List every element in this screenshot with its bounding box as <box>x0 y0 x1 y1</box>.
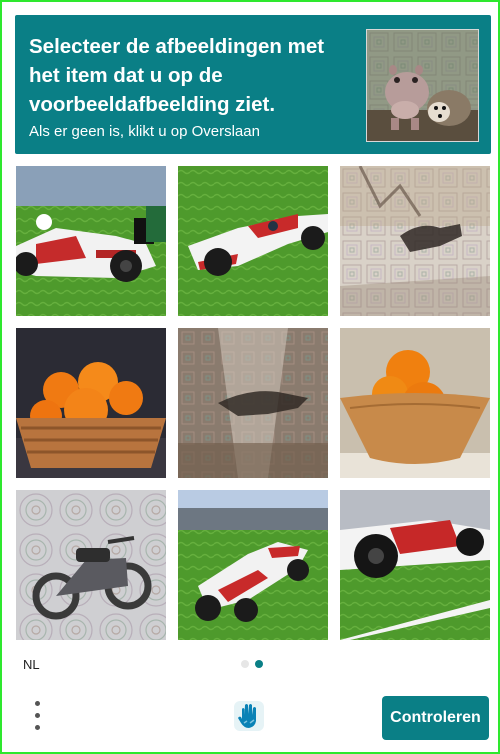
image-tile[interactable] <box>178 166 328 316</box>
challenge-header: Selecteer de afbeeldingen met het item d… <box>15 15 491 154</box>
page-dot-1 <box>241 660 249 668</box>
captcha-frame: Selecteer de afbeeldingen met het item d… <box>0 0 500 754</box>
page-dot-2-active <box>255 660 263 668</box>
image-tile[interactable] <box>16 166 166 316</box>
image-tile[interactable] <box>340 166 490 316</box>
language-label[interactable]: NL <box>23 657 40 672</box>
image-tile[interactable] <box>178 490 328 640</box>
verify-button[interactable]: Controleren <box>382 696 489 740</box>
image-tile[interactable] <box>178 328 328 478</box>
example-image <box>366 29 479 142</box>
challenge-subtitle: Als er geen is, klikt u op Overslaan <box>29 123 260 140</box>
challenge-title: Selecteer de afbeeldingen met het item d… <box>29 35 325 116</box>
image-tile[interactable] <box>16 490 166 640</box>
kebab-menu-icon[interactable] <box>28 699 48 735</box>
image-tile[interactable] <box>16 328 166 478</box>
hcaptcha-hand-logo-icon[interactable] <box>232 699 266 733</box>
image-tile[interactable] <box>340 490 490 640</box>
image-tile[interactable] <box>340 328 490 478</box>
